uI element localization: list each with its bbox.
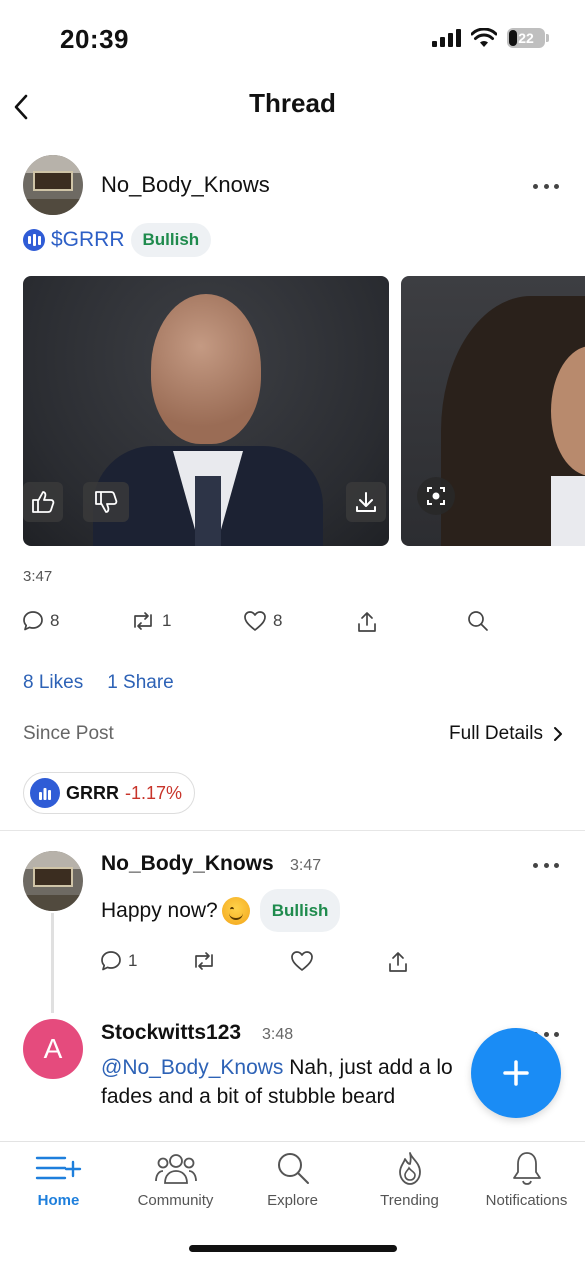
reply-text: Happy now? xyxy=(101,899,218,922)
home-indicator xyxy=(189,1245,397,1252)
nav-home[interactable]: Home xyxy=(0,1150,117,1209)
reply-actions: 1 xyxy=(0,950,585,980)
battery-icon: 22 xyxy=(507,28,549,48)
full-details-link[interactable]: Full Details xyxy=(449,723,563,745)
ticker-logo-icon xyxy=(30,778,60,808)
comment-button[interactable]: 8 xyxy=(22,610,59,632)
reply-author[interactable]: Stockwitts123 xyxy=(101,1021,241,1045)
nav-notifications[interactable]: Notifications xyxy=(468,1150,585,1209)
more-options-icon[interactable] xyxy=(533,863,559,869)
plus-icon xyxy=(503,1060,529,1086)
nav-home-label: Home xyxy=(37,1192,80,1209)
avatar[interactable] xyxy=(23,155,83,215)
download-icon[interactable] xyxy=(346,482,386,522)
reshare-button[interactable]: 1 xyxy=(130,610,171,632)
ticker-row: $GRRR Bullish xyxy=(23,222,212,258)
full-details-label: Full Details xyxy=(449,723,543,744)
smiling-emoji-icon xyxy=(221,896,250,925)
since-post-row: Since Post Full Details xyxy=(23,723,563,745)
nav-trending-label: Trending xyxy=(380,1192,439,1209)
divider xyxy=(0,830,585,831)
header: Thread xyxy=(0,78,585,130)
nav-community[interactable]: Community xyxy=(117,1150,234,1209)
reply-timestamp: 3:47 xyxy=(290,857,322,874)
status-time: 20:39 xyxy=(60,24,129,54)
reshare-count: 1 xyxy=(162,611,172,630)
performance-symbol: GRRR xyxy=(66,782,119,803)
cellular-signal-icon xyxy=(432,29,461,47)
sentiment-badge: Bullish xyxy=(259,889,341,932)
wifi-icon xyxy=(471,28,497,47)
comment-icon xyxy=(23,611,43,631)
nav-notifications-label: Notifications xyxy=(485,1192,568,1209)
thumbs-down-icon[interactable] xyxy=(83,482,129,522)
more-options-icon[interactable] xyxy=(533,184,559,190)
reply-timestamp: 3:48 xyxy=(262,1026,294,1043)
avatar[interactable] xyxy=(23,851,83,911)
thumbs-up-icon[interactable] xyxy=(23,482,63,522)
comment-icon xyxy=(101,951,121,971)
battery-level: 22 xyxy=(518,30,534,46)
media-image-1[interactable] xyxy=(23,276,389,546)
share-button[interactable] xyxy=(356,610,378,634)
nav-explore-label: Explore xyxy=(267,1192,318,1209)
like-button[interactable]: 8 xyxy=(243,610,282,632)
status-bar: 20:39 22 xyxy=(0,0,585,78)
home-feed-icon xyxy=(35,1156,81,1180)
ticker-logo-icon xyxy=(23,229,45,251)
community-icon xyxy=(154,1154,197,1184)
ticker-link[interactable]: $GRRR xyxy=(51,228,125,252)
post-actions: 8 1 8 xyxy=(0,610,585,640)
heart-icon xyxy=(291,951,313,971)
share-button[interactable] xyxy=(387,950,409,974)
post-author[interactable]: No_Body_Knows xyxy=(101,172,270,198)
performance-chip[interactable]: GRRR -1.17% xyxy=(23,772,196,814)
reply-body: @No_Body_Knows Nah, just add a lo fades … xyxy=(101,1053,501,1111)
media-carousel[interactable] xyxy=(23,276,585,546)
reply-author[interactable]: No_Body_Knows xyxy=(101,852,274,876)
reshare-icon xyxy=(195,952,213,970)
nav-community-label: Community xyxy=(137,1192,214,1209)
sentiment-badge: Bullish xyxy=(130,223,212,257)
shares-link[interactable]: 1 Share xyxy=(107,672,174,694)
status-icons: 22 xyxy=(432,28,549,48)
nav-trending[interactable]: Trending xyxy=(351,1150,468,1209)
reshare-icon xyxy=(134,612,152,630)
bell-icon xyxy=(512,1152,541,1185)
post-stats: 8 Likes 1 Share xyxy=(23,672,174,694)
share-icon xyxy=(389,952,407,972)
search-icon xyxy=(277,1153,309,1184)
since-post-label: Since Post xyxy=(23,723,114,744)
chevron-right-icon xyxy=(554,727,562,741)
search-post-button[interactable] xyxy=(467,610,489,632)
comment-button[interactable]: 1 xyxy=(100,950,137,972)
reply-text: Nah, just add a lo xyxy=(283,1056,453,1079)
media-image-2[interactable] xyxy=(401,276,585,546)
page-title: Thread xyxy=(249,88,336,118)
reply-body: Happy now? Bullish xyxy=(101,889,341,932)
reply-text-continued: fades and a bit of stubble beard xyxy=(101,1085,396,1108)
magnifier-icon xyxy=(468,611,488,631)
flame-icon xyxy=(398,1152,421,1185)
like-button[interactable] xyxy=(290,950,314,972)
nav-explore[interactable]: Explore xyxy=(234,1150,351,1209)
avatar[interactable]: A xyxy=(23,1019,83,1079)
comment-count: 1 xyxy=(128,951,138,970)
compose-button[interactable] xyxy=(471,1028,561,1118)
share-icon xyxy=(358,612,376,632)
performance-change: -1.17% xyxy=(125,782,183,803)
likes-link[interactable]: 8 Likes xyxy=(23,672,83,694)
comment-count: 8 xyxy=(50,611,60,630)
like-count: 8 xyxy=(273,611,283,630)
visual-search-icon[interactable] xyxy=(417,477,455,515)
mention-link[interactable]: @No_Body_Knows xyxy=(101,1056,283,1079)
post-timestamp: 3:47 xyxy=(23,568,53,585)
heart-icon xyxy=(244,611,266,631)
reshare-button[interactable] xyxy=(191,950,217,972)
